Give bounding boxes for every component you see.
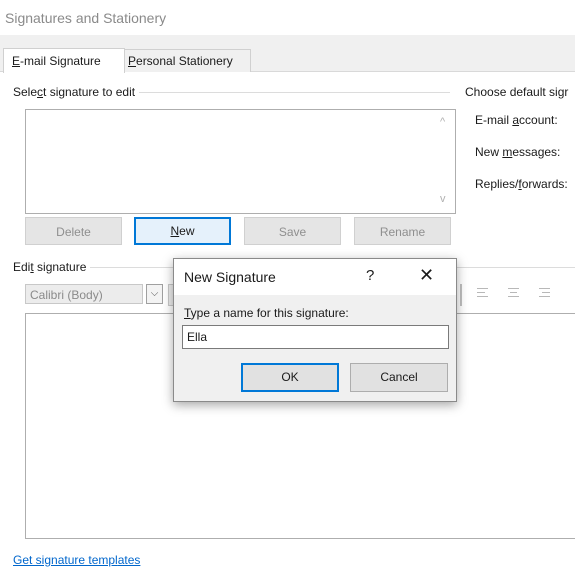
signature-name-prompt: Type a name for this signature:	[184, 306, 349, 320]
tab-personal-stationery[interactable]: Personal Stationery	[119, 49, 251, 72]
new-button-label: ew	[179, 224, 195, 238]
new-messages-pre: New	[475, 145, 503, 159]
help-icon[interactable]: ?	[366, 267, 374, 284]
scroll-up-icon[interactable]: ^	[440, 116, 445, 128]
edit-signature-heading: Edit signature	[13, 260, 91, 274]
edit-heading-pre: Edi	[13, 260, 31, 274]
rename-button[interactable]: Rename	[354, 217, 451, 245]
email-account-label: E-mail account:	[475, 113, 558, 127]
templates-link-pre: Get signature templ	[13, 553, 118, 567]
dialog-title: New Signature	[184, 269, 276, 285]
prompt-mnemonic: T	[184, 306, 191, 320]
align-left-icon[interactable]	[477, 288, 488, 299]
tab-stationery-mnemonic: P	[128, 54, 137, 68]
new-messages-label: New messages:	[475, 145, 560, 159]
new-messages-mnemonic: m	[502, 145, 513, 159]
align-center-icon[interactable]	[508, 288, 519, 299]
close-icon[interactable]: ✕	[419, 265, 434, 286]
email-account-post: ccount:	[519, 113, 558, 127]
replies-post: orwards:	[521, 177, 568, 191]
scroll-down-icon[interactable]: v	[440, 193, 446, 205]
chevron-down-icon[interactable]: ⌵	[146, 284, 163, 304]
select-heading-pre: Sele	[13, 85, 38, 99]
replies-pre: Replies/	[475, 177, 519, 191]
align-right-icon[interactable]	[539, 288, 550, 299]
ok-button[interactable]: OK	[241, 363, 339, 392]
save-button[interactable]: Save	[244, 217, 341, 245]
new-button-mnemonic: N	[170, 224, 180, 238]
replies-forwards-label: Replies/forwards:	[475, 177, 568, 191]
signature-list[interactable]: ^ v	[25, 109, 456, 214]
edit-heading-post: signature	[33, 260, 87, 274]
tab-stationery-label: ersonal Stationery	[136, 54, 233, 68]
cancel-button[interactable]: Cancel	[350, 363, 448, 392]
font-family-combo[interactable]: Calibri (Body)	[25, 284, 143, 304]
choose-default-heading: Choose default sigr	[465, 85, 569, 99]
prompt-label: ype a name for this signature:	[190, 306, 349, 320]
new-signature-dialog: New Signature ? ✕ Type a name for this s…	[173, 258, 457, 402]
email-account-pre: E-mail	[475, 113, 513, 127]
tab-email-signature[interactable]: E-mail Signature	[3, 48, 125, 73]
templates-link-post: ates	[117, 553, 141, 567]
get-signature-templates-link[interactable]: Get signature templates	[13, 553, 140, 567]
window-title: Signatures and Stationery	[5, 10, 167, 26]
new-button[interactable]: New	[134, 217, 231, 245]
signature-name-input[interactable]	[182, 325, 449, 349]
tab-email-label: -mail Signature	[20, 54, 101, 68]
toolbar-separator	[460, 284, 462, 306]
new-messages-post: essages:	[512, 145, 561, 159]
tab-email-mnemonic: E	[12, 54, 21, 68]
select-heading-post: t signature to edit	[43, 85, 136, 99]
select-signature-heading: Select signature to edit	[13, 85, 140, 99]
delete-button[interactable]: Delete	[25, 217, 122, 245]
